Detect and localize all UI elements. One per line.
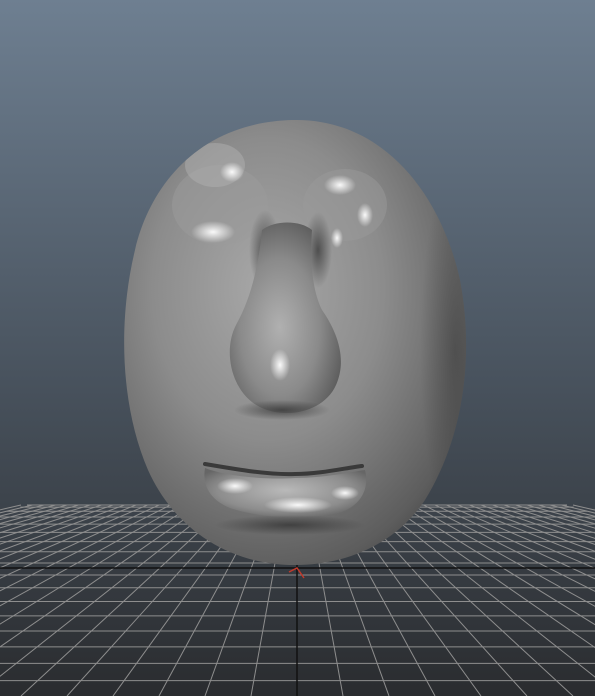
3d-viewport[interactable] bbox=[0, 0, 595, 696]
viewport-canvas[interactable] bbox=[0, 0, 595, 696]
highlight bbox=[191, 221, 235, 243]
